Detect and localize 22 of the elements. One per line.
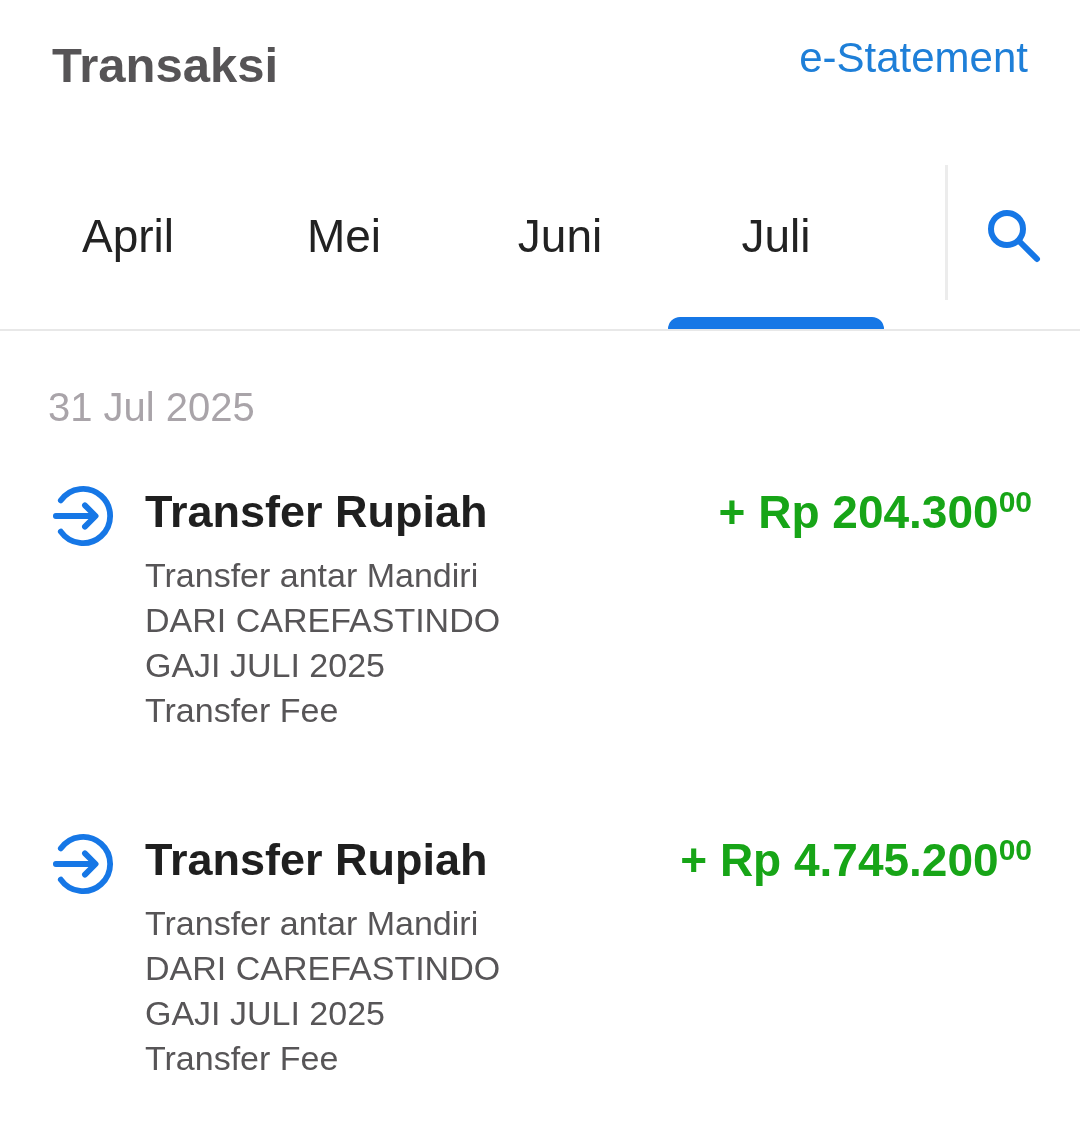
detail-text: DARI CAREFASTINDO bbox=[145, 948, 502, 989]
month-tab[interactable]: Juli bbox=[668, 165, 884, 329]
month-tab[interactable]: April bbox=[20, 165, 236, 329]
circle-arrow-in-icon bbox=[52, 485, 114, 547]
circle-arrow-in-icon bbox=[52, 833, 114, 895]
month-tab[interactable]: Mei bbox=[236, 165, 452, 329]
date-heading: 31 Jul 2025 bbox=[48, 384, 256, 431]
month-tab[interactable]: Juni bbox=[452, 165, 668, 329]
detail-text: Transfer Fee bbox=[145, 690, 340, 731]
detail-text: GAJI JULI 2025 bbox=[145, 993, 386, 1034]
transaction-title: Transfer Rupiah bbox=[145, 485, 488, 539]
amount-text: + Rp 204.300$^{00}$ bbox=[718, 485, 1032, 539]
detail-text: DARI CAREFASTINDO bbox=[145, 600, 502, 641]
transaction-title: Transfer Rupiah bbox=[145, 833, 488, 887]
detail-text: Transfer antar Mandiri bbox=[145, 555, 480, 596]
detail-text: Transfer antar Mandiri bbox=[145, 903, 480, 944]
amount-text: + Rp 4.745.200$^{00}$ bbox=[680, 833, 1032, 887]
search-icon[interactable] bbox=[987, 209, 1041, 263]
e-statement-link[interactable]: e-Statement bbox=[799, 33, 1028, 83]
detail-text: GAJI JULI 2025 bbox=[145, 645, 386, 686]
page-title: Transaksi bbox=[52, 37, 279, 94]
detail-text: Transfer Fee bbox=[145, 1038, 340, 1079]
